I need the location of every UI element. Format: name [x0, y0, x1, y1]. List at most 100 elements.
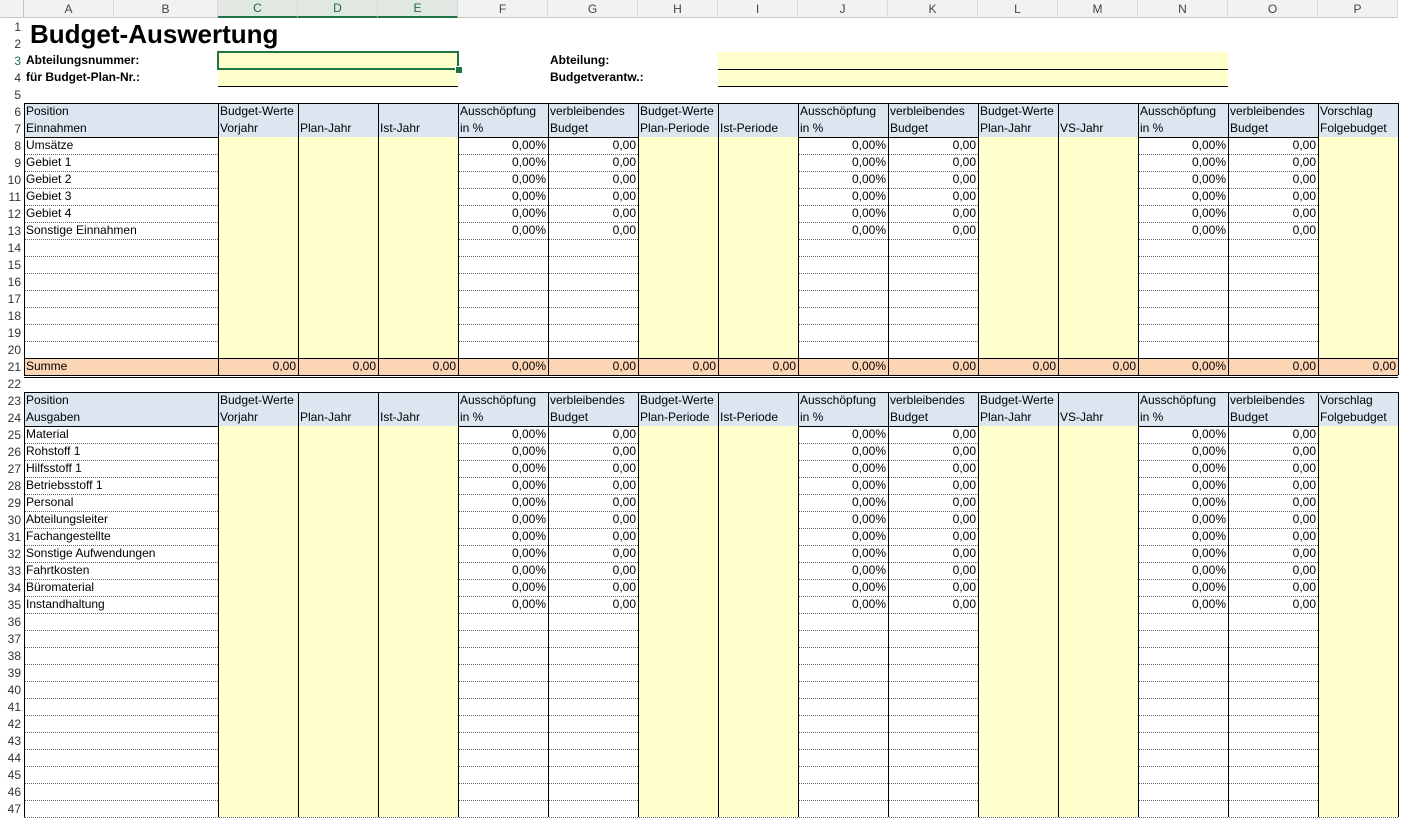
income-pct-cell[interactable]: 0,00%	[798, 137, 888, 154]
expense-pct-cell[interactable]: 0,00%	[1138, 511, 1228, 528]
expense-input-cell[interactable]	[1318, 630, 1398, 647]
expense-input-cell[interactable]	[718, 477, 798, 494]
income-empty-cell[interactable]	[548, 324, 638, 341]
expense-empty-cell[interactable]	[888, 630, 978, 647]
row-header[interactable]: 27	[0, 460, 24, 477]
income-input-cell[interactable]	[718, 205, 798, 222]
income-input-cell[interactable]	[378, 188, 458, 205]
expense-empty-cell[interactable]	[458, 783, 548, 800]
expense-empty-cell[interactable]	[888, 647, 978, 664]
expense-empty-cell[interactable]	[1228, 800, 1318, 817]
income-input-cell[interactable]	[1318, 188, 1398, 205]
expense-amount-cell[interactable]: 0,00	[1228, 528, 1318, 545]
row-header[interactable]: 26	[0, 443, 24, 460]
expense-input-cell[interactable]	[378, 545, 458, 562]
expense-input-cell[interactable]	[978, 545, 1058, 562]
expense-input-cell[interactable]	[638, 800, 718, 817]
expense-pct-cell[interactable]: 0,00%	[798, 426, 888, 443]
row-header[interactable]: 30	[0, 511, 24, 528]
income-input-cell[interactable]	[298, 324, 378, 341]
expense-pct-cell[interactable]: 0,00%	[1138, 494, 1228, 511]
expense-input-cell[interactable]	[1058, 477, 1138, 494]
row-header[interactable]: 11	[0, 188, 24, 205]
expense-input-cell[interactable]	[298, 545, 378, 562]
expense-row-label[interactable]: Büromaterial	[24, 579, 218, 596]
expense-input-cell[interactable]	[638, 783, 718, 800]
expense-input-cell[interactable]	[718, 562, 798, 579]
expense-input-cell[interactable]	[218, 426, 298, 443]
income-row-label[interactable]: Gebiet 4	[24, 205, 218, 222]
expense-input-cell[interactable]	[218, 766, 298, 783]
expense-empty-cell[interactable]	[458, 613, 548, 630]
income-row-label[interactable]: Gebiet 3	[24, 188, 218, 205]
income-input-cell[interactable]	[1058, 341, 1138, 358]
expense-input-cell[interactable]	[638, 477, 718, 494]
expense-empty-cell[interactable]	[1138, 630, 1228, 647]
expense-row-label[interactable]	[24, 715, 218, 732]
expense-input-cell[interactable]	[378, 579, 458, 596]
expense-input-cell[interactable]	[638, 715, 718, 732]
expense-row-label[interactable]: Fachangestellte	[24, 528, 218, 545]
column-header-b[interactable]: B	[114, 0, 218, 18]
row-header[interactable]: 2	[0, 35, 24, 52]
expense-input-cell[interactable]	[298, 579, 378, 596]
row-header[interactable]: 25	[0, 426, 24, 443]
expense-input-cell[interactable]	[378, 664, 458, 681]
income-empty-cell[interactable]	[1228, 341, 1318, 358]
expense-input-cell[interactable]	[718, 528, 798, 545]
expense-input-cell[interactable]	[1058, 698, 1138, 715]
expense-empty-cell[interactable]	[1228, 613, 1318, 630]
expense-pct-cell[interactable]: 0,00%	[458, 426, 548, 443]
income-input-cell[interactable]	[218, 154, 298, 171]
expense-pct-cell[interactable]: 0,00%	[798, 562, 888, 579]
expense-empty-cell[interactable]	[548, 647, 638, 664]
row-header[interactable]: 3	[0, 52, 24, 69]
income-input-cell[interactable]	[218, 273, 298, 290]
income-input-cell[interactable]	[378, 273, 458, 290]
budgetverantw-field[interactable]	[718, 69, 1228, 86]
expense-input-cell[interactable]	[638, 596, 718, 613]
expense-input-cell[interactable]	[1058, 783, 1138, 800]
expense-input-cell[interactable]	[298, 443, 378, 460]
expense-input-cell[interactable]	[1318, 426, 1398, 443]
expense-input-cell[interactable]	[378, 596, 458, 613]
income-empty-cell[interactable]	[1228, 324, 1318, 341]
income-pct-cell[interactable]: 0,00%	[798, 188, 888, 205]
expense-input-cell[interactable]	[378, 630, 458, 647]
expense-input-cell[interactable]	[638, 613, 718, 630]
abteilung-field[interactable]	[718, 52, 1228, 69]
expense-amount-cell[interactable]: 0,00	[1228, 426, 1318, 443]
income-pct-cell[interactable]: 0,00%	[458, 171, 548, 188]
income-input-cell[interactable]	[718, 137, 798, 154]
expense-input-cell[interactable]	[1318, 494, 1398, 511]
expense-empty-cell[interactable]	[548, 766, 638, 783]
expense-empty-cell[interactable]	[458, 698, 548, 715]
expense-input-cell[interactable]	[1058, 681, 1138, 698]
expense-empty-cell[interactable]	[458, 715, 548, 732]
income-empty-cell[interactable]	[888, 307, 978, 324]
expense-amount-cell[interactable]: 0,00	[888, 477, 978, 494]
row-header[interactable]: 9	[0, 154, 24, 171]
income-input-cell[interactable]	[978, 290, 1058, 307]
row-header[interactable]: 39	[0, 664, 24, 681]
expense-row-label[interactable]	[24, 749, 218, 766]
expense-empty-cell[interactable]	[798, 698, 888, 715]
income-amount-cell[interactable]: 0,00	[1228, 137, 1318, 154]
income-amount-cell[interactable]: 0,00	[888, 222, 978, 239]
income-empty-cell[interactable]	[798, 324, 888, 341]
expense-pct-cell[interactable]: 0,00%	[1138, 562, 1228, 579]
income-pct-cell[interactable]: 0,00%	[458, 137, 548, 154]
income-input-cell[interactable]	[718, 324, 798, 341]
expense-input-cell[interactable]	[378, 766, 458, 783]
income-empty-cell[interactable]	[888, 256, 978, 273]
expense-row-label[interactable]	[24, 766, 218, 783]
expense-pct-cell[interactable]: 0,00%	[798, 460, 888, 477]
income-input-cell[interactable]	[1318, 154, 1398, 171]
expense-pct-cell[interactable]: 0,00%	[458, 477, 548, 494]
expense-pct-cell[interactable]: 0,00%	[1138, 579, 1228, 596]
expense-input-cell[interactable]	[1058, 749, 1138, 766]
income-amount-cell[interactable]: 0,00	[888, 188, 978, 205]
expense-pct-cell[interactable]: 0,00%	[1138, 426, 1228, 443]
expense-amount-cell[interactable]: 0,00	[548, 579, 638, 596]
income-input-cell[interactable]	[298, 273, 378, 290]
